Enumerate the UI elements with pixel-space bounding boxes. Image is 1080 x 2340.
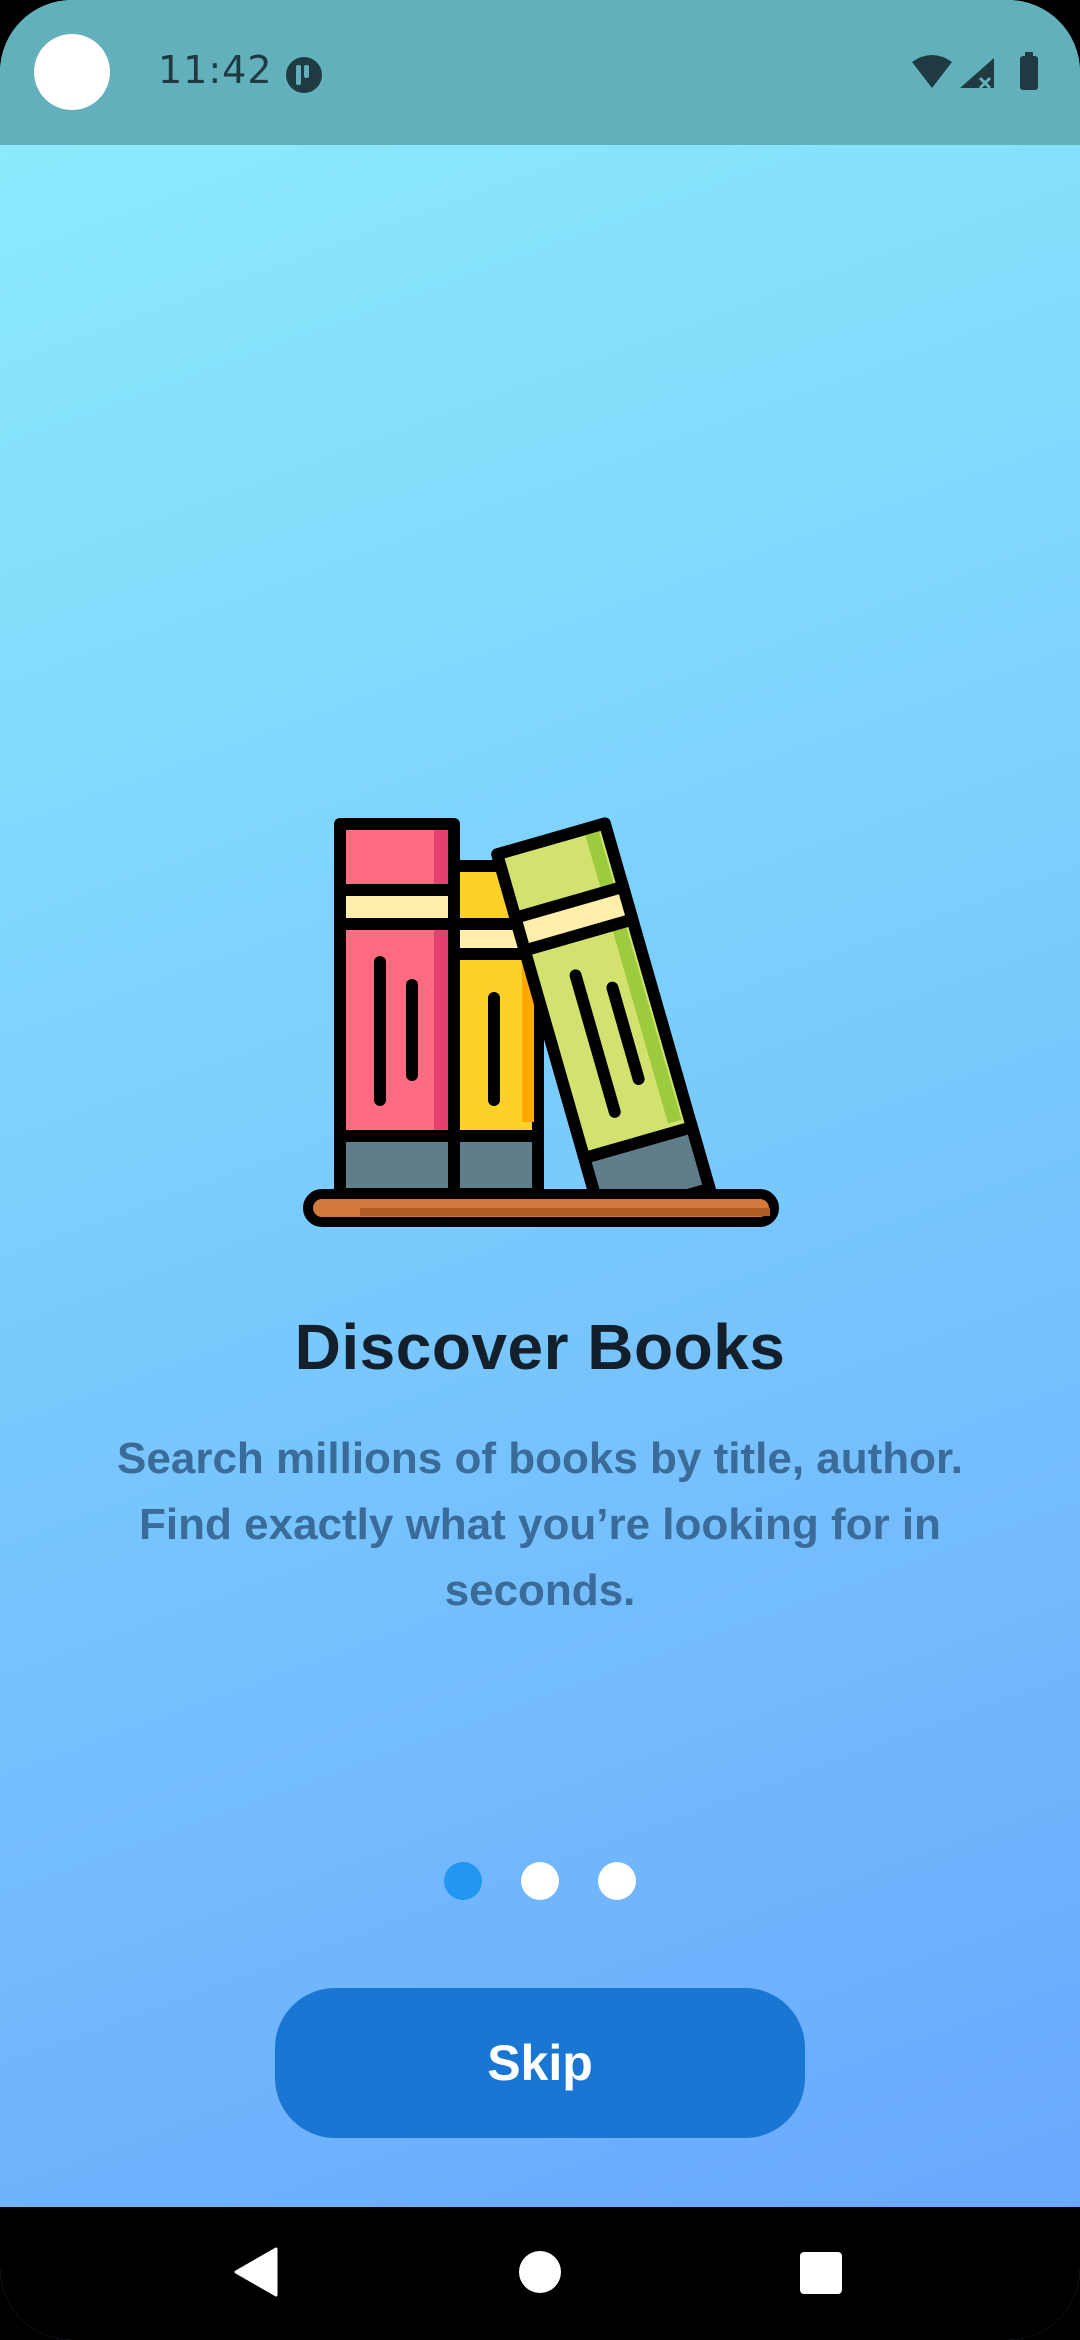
onboarding-description: Search millions of books by title, autho…: [117, 1434, 963, 1615]
recents-icon[interactable]: [800, 2252, 842, 2294]
onboarding-screen: 11:42 Discover Books Search millions of …: [0, 0, 1080, 2340]
wifi-icon: [912, 55, 952, 88]
pink-book: [334, 818, 460, 1200]
app-notification-icon: [286, 57, 322, 93]
status-time: 11:42: [158, 48, 273, 92]
home-icon[interactable]: [519, 2251, 561, 2293]
page-indicator: [0, 1862, 1080, 1900]
back-icon[interactable]: [232, 2247, 278, 2297]
status-icons: [912, 52, 1038, 90]
books-icon: [303, 817, 779, 1227]
shelf: [303, 1189, 779, 1227]
page-dot-3[interactable]: [598, 1862, 636, 1900]
navigation-bar: [0, 2207, 1080, 2340]
status-bar: 11:42: [0, 0, 1080, 145]
battery-icon: [1020, 52, 1038, 90]
page-dot-2[interactable]: [521, 1862, 559, 1900]
signal-icon: [960, 58, 994, 90]
onboarding-title: Discover Books: [294, 1311, 786, 1383]
page-dot-1[interactable]: [444, 1862, 482, 1900]
camera-cutout: [34, 34, 110, 110]
skip-button[interactable]: Skip: [275, 1988, 805, 2138]
